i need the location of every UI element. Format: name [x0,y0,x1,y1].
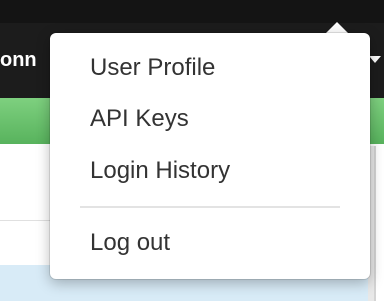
menu-divider [80,206,340,208]
navbar-top-strip [0,0,384,23]
caret-down-icon[interactable] [369,56,381,63]
menu-item-log-out[interactable]: Log out [50,222,370,264]
menu-item-login-history[interactable]: Login History [50,150,370,192]
dropdown-pointer [326,22,348,33]
menu-item-user-profile[interactable]: User Profile [50,47,370,89]
menu-item-api-keys[interactable]: API Keys [50,98,370,140]
user-dropdown-menu: User Profile API Keys Login History Log … [50,33,370,279]
